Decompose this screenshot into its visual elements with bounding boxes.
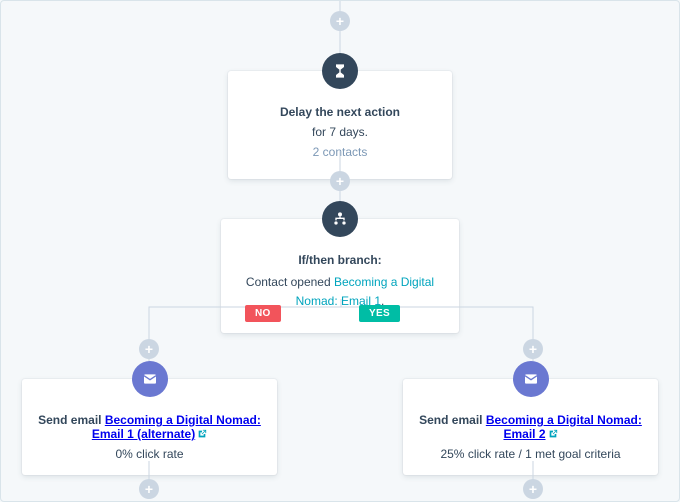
branch-no-tag: NO bbox=[245, 305, 281, 322]
email-icon bbox=[132, 361, 168, 397]
add-step-button[interactable]: + bbox=[330, 11, 350, 31]
hourglass-icon bbox=[322, 53, 358, 89]
email-link[interactable]: Becoming a Digital Nomad: Email 2 bbox=[486, 413, 642, 441]
external-link-icon bbox=[197, 429, 207, 439]
delay-title: Delay the next action bbox=[242, 105, 438, 119]
branch-yes-tag: YES bbox=[359, 305, 400, 322]
add-step-button[interactable]: + bbox=[139, 479, 159, 499]
branch-icon bbox=[322, 201, 358, 237]
add-step-button[interactable]: + bbox=[139, 339, 159, 359]
email-icon bbox=[513, 361, 549, 397]
send-email-step-card[interactable]: Send email Becoming a Digital Nomad: Ema… bbox=[403, 379, 658, 475]
add-step-button[interactable]: + bbox=[523, 339, 543, 359]
workflow-canvas: + Delay the next action for 7 days. 2 co… bbox=[1, 1, 679, 501]
add-step-button[interactable]: + bbox=[523, 479, 543, 499]
email-stats: 25% click rate / 1 met goal criteria bbox=[417, 447, 644, 461]
branch-title: If/then branch: bbox=[235, 253, 445, 267]
email-link[interactable]: Becoming a Digital Nomad: Email 1 (alter… bbox=[92, 413, 261, 441]
send-email-step-card[interactable]: Send email Becoming a Digital Nomad: Ema… bbox=[22, 379, 277, 475]
email-title: Send email Becoming a Digital Nomad: Ema… bbox=[417, 413, 644, 441]
add-step-button[interactable]: + bbox=[330, 171, 350, 191]
external-link-icon bbox=[548, 429, 558, 439]
delay-duration: for 7 days. bbox=[242, 125, 438, 139]
email-title: Send email Becoming a Digital Nomad: Ema… bbox=[36, 413, 263, 441]
email-stats: 0% click rate bbox=[36, 447, 263, 461]
